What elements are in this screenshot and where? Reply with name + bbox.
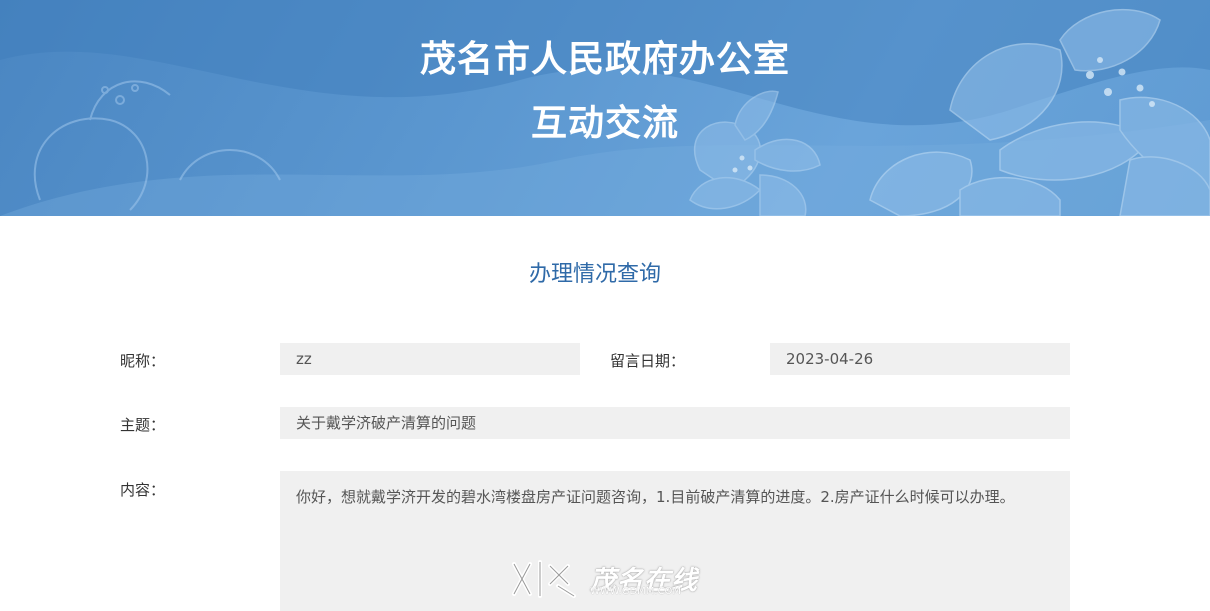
logo-icon bbox=[512, 560, 576, 598]
header-banner: 茂名市人民政府办公室 互动交流 bbox=[0, 0, 1210, 216]
nickname-label: 昵称： bbox=[120, 352, 166, 370]
date-label: 留言日期： bbox=[610, 352, 686, 370]
subject-field: 关于戴学济破产清算的问题 bbox=[280, 407, 1070, 439]
banner-title-section: 互动交流 bbox=[530, 103, 679, 144]
date-field: 2023-04-26 bbox=[770, 343, 1070, 375]
nickname-field: zz bbox=[280, 343, 580, 375]
subject-label: 主题： bbox=[120, 416, 166, 434]
content-label: 内容： bbox=[120, 481, 166, 499]
page-title: 办理情况查询 bbox=[528, 262, 661, 287]
watermark: 茂名在线 WWW.GDMM.COM bbox=[506, 556, 716, 602]
banner-title-agency: 茂名市人民政府办公室 bbox=[419, 39, 790, 80]
watermark-url: WWW.GDMM.COM bbox=[590, 586, 682, 597]
